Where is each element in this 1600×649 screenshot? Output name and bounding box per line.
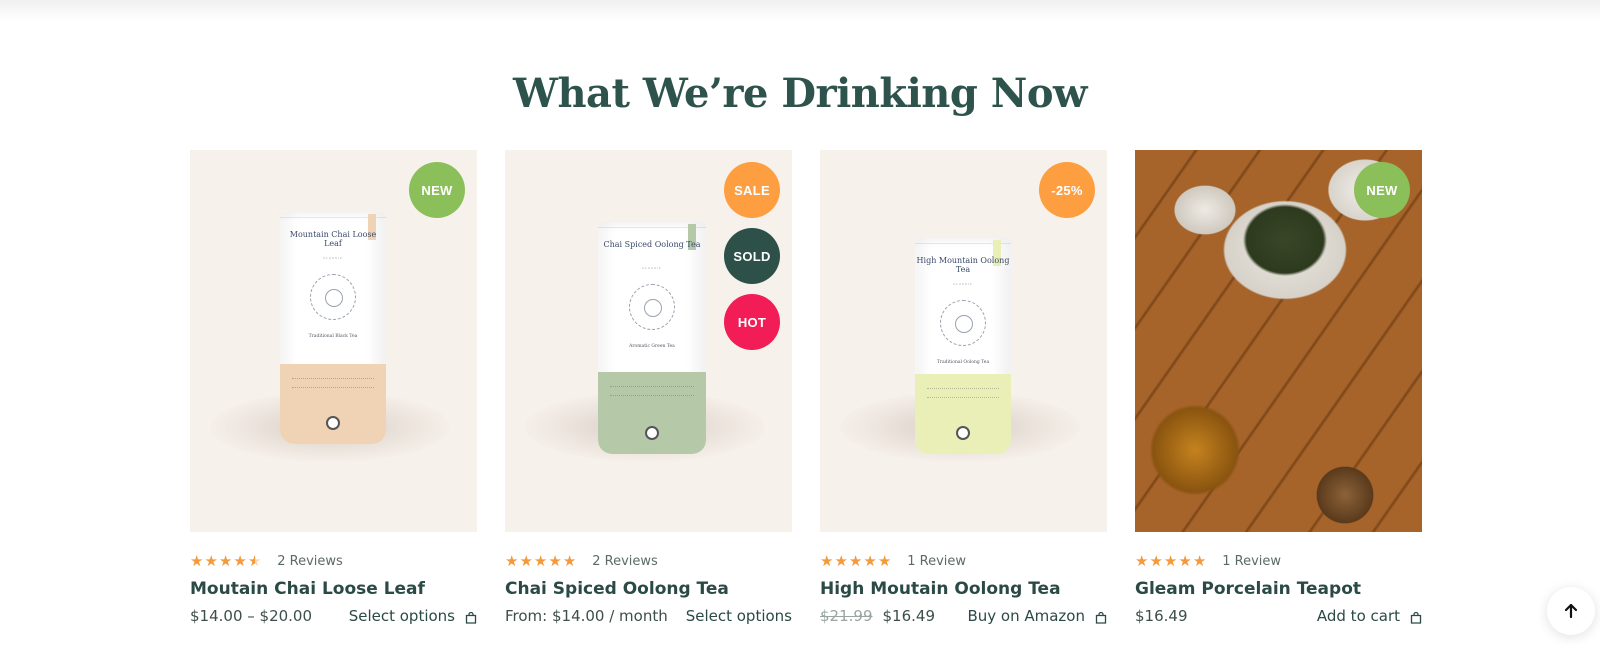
shopping-bag-icon (465, 610, 477, 624)
action-label: Select options (348, 607, 455, 625)
tin-label: Chai Spiced Oolong Tea (603, 240, 701, 249)
product-badge: HOT (724, 294, 780, 350)
star-icon: ★ (1135, 551, 1149, 570)
add-to-cart-button[interactable]: Buy on Amazon (967, 607, 1107, 625)
star-icon: ★ (848, 551, 863, 570)
shopping-bag-icon (1410, 610, 1422, 624)
star-rating: ★ ★ ★ ★ ★ (190, 551, 262, 570)
star-icon: ★ (190, 551, 204, 570)
rating: ★ ★ ★ ★ ★ 2 Reviews (505, 552, 792, 570)
scroll-to-top-button[interactable] (1547, 587, 1595, 635)
star-icon: ★ (505, 551, 519, 570)
star-icon: ★ (562, 551, 577, 570)
tin-tea-type: Aromatic Green Tea (629, 344, 675, 349)
star-icon: ★ (863, 551, 877, 570)
star-icon: ★ (548, 551, 562, 570)
product-badge: -25% (1039, 162, 1095, 218)
star-rating: ★ ★ ★ ★ ★ (820, 551, 892, 570)
product-card[interactable]: Mountain Chai Loose Leaf CLASSIC Tradition… (190, 150, 477, 625)
star-icon: ★ (820, 551, 834, 570)
star-icon: ★ (1163, 551, 1178, 570)
star-icon: ★ (519, 551, 533, 570)
product-grid: Mountain Chai Loose Leaf CLASSIC Tradition… (190, 150, 1422, 625)
star-icon: ★ (218, 551, 233, 570)
badge-stack: SALE SOLD HOT (724, 162, 780, 350)
tin-label: High Mountain Oolong Tea (916, 256, 1010, 275)
star-rating: ★ ★ ★ ★ ★ (505, 551, 577, 570)
product-card[interactable]: High Mountain Oolong Tea CLASSIC Tradition… (820, 150, 1107, 625)
tin-emblem-icon (310, 274, 356, 320)
tin-sublabel: CLASSIC (953, 282, 973, 286)
review-count[interactable]: 2 Reviews (592, 554, 658, 569)
current-price: $14.00 – $20.00 (190, 607, 313, 625)
star-icon: ★ (834, 551, 848, 570)
product-image[interactable]: Chai Spiced Oolong Tea CLASSIC Aromatic Gr… (505, 150, 792, 532)
product-image[interactable]: Mountain Chai Loose Leaf CLASSIC Tradition… (190, 150, 477, 532)
tea-tin: Mountain Chai Loose Leaf CLASSIC Tradition… (280, 212, 386, 444)
star-icon: ★ (1178, 551, 1192, 570)
product-image[interactable]: High Mountain Oolong Tea CLASSIC Tradition… (820, 150, 1107, 532)
current-price: $16.49 (1135, 607, 1188, 625)
arrow-up-icon (1564, 603, 1578, 619)
product-price: $21.99 $16.49 (820, 607, 935, 625)
star-icon: ★ (233, 551, 247, 570)
tin-label: Mountain Chai Loose Leaf (289, 230, 377, 249)
product-price: $16.49 (1135, 607, 1188, 625)
current-price: From: $14.00 / month (505, 607, 668, 625)
rating: ★ ★ ★ ★ ★ 1 Review (820, 552, 1107, 570)
product-price: $14.00 – $20.00 (190, 607, 312, 625)
star-icon: ★ (1192, 551, 1207, 570)
badge-stack: -25% (1039, 162, 1095, 218)
rating: ★ ★ ★ ★ ★ 1 Review (1135, 552, 1422, 570)
product-name[interactable]: Chai Spiced Oolong Tea (505, 579, 792, 599)
star-icon: ★ (247, 551, 262, 570)
badge-stack: NEW (1354, 162, 1410, 218)
star-icon: ★ (204, 551, 218, 570)
tin-tea-type: Traditional Oolong Tea (936, 360, 990, 365)
star-icon: ★ (877, 551, 892, 570)
tin-sublabel: CLASSIC (642, 266, 662, 270)
tea-tin: Chai Spiced Oolong Tea CLASSIC Aromatic Gr… (598, 222, 706, 454)
action-label: Add to cart (1316, 607, 1400, 625)
star-rating: ★ ★ ★ ★ ★ (1135, 551, 1207, 570)
product-name[interactable]: Gleam Porcelain Teapot (1135, 579, 1422, 599)
product-card[interactable]: NEW ★ ★ ★ ★ ★ 1 Review Gleam Porcelain Teapot $1… (1135, 150, 1422, 625)
organic-seal-icon (956, 426, 970, 440)
rating: ★ ★ ★ ★ ★ 2 Reviews (190, 552, 477, 570)
product-badge: SOLD (724, 228, 780, 284)
organic-seal-icon (326, 416, 340, 430)
section-title: What We’re Drinking Now (513, 70, 1087, 117)
product-name[interactable]: High Moutain Oolong Tea (820, 579, 1107, 599)
review-count[interactable]: 1 Review (907, 554, 966, 569)
review-count[interactable]: 2 Reviews (277, 554, 343, 569)
action-label: Buy on Amazon (967, 607, 1085, 625)
tin-sublabel: CLASSIC (323, 256, 343, 260)
product-badge: SALE (724, 162, 780, 218)
product-image[interactable]: NEW (1135, 150, 1422, 532)
old-price: $21.99 (820, 607, 873, 625)
add-to-cart-button[interactable]: Select options (349, 607, 477, 625)
shopping-bag-icon (1095, 610, 1107, 624)
add-to-cart-button[interactable]: Select options (686, 607, 792, 625)
star-icon: ★ (533, 551, 548, 570)
action-label: Select options (685, 607, 792, 625)
header-shadow (0, 0, 1600, 22)
product-price: From: $14.00 / month (505, 607, 668, 625)
tin-emblem-icon (940, 300, 986, 346)
review-count[interactable]: 1 Review (1222, 554, 1281, 569)
product-badge: NEW (409, 162, 465, 218)
badge-stack: NEW (409, 162, 465, 218)
tea-tin: High Mountain Oolong Tea CLASSIC Tradition… (915, 238, 1011, 454)
tin-tea-type: Traditional Black Tea (308, 334, 358, 339)
current-price: $16.49 (882, 607, 936, 625)
product-name[interactable]: Moutain Chai Loose Leaf (190, 579, 477, 599)
tin-emblem-icon (629, 284, 675, 330)
star-icon: ★ (1149, 551, 1163, 570)
product-badge: NEW (1354, 162, 1410, 218)
product-card[interactable]: Chai Spiced Oolong Tea CLASSIC Aromatic Gr… (505, 150, 792, 625)
add-to-cart-button[interactable]: Add to cart (1317, 607, 1422, 625)
organic-seal-icon (645, 426, 659, 440)
